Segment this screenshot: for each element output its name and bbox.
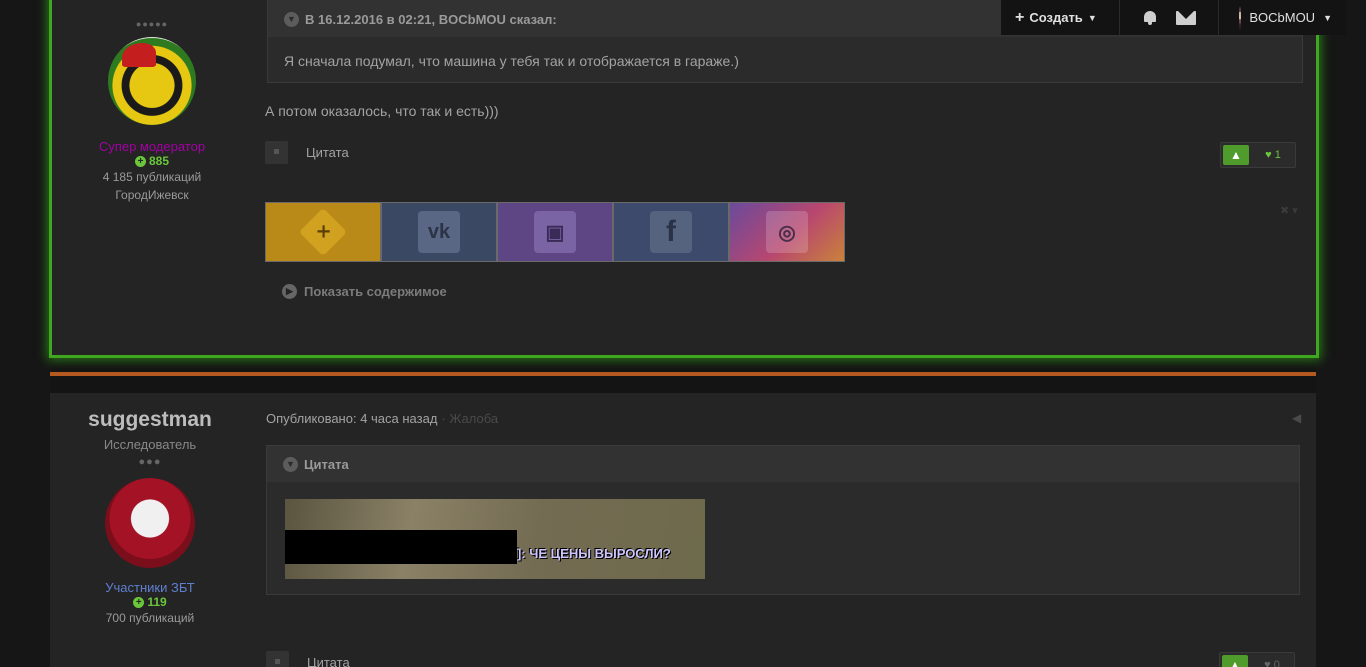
upvote-button[interactable]: ▲ (1223, 145, 1249, 165)
quote-button[interactable]: Цитата (307, 655, 350, 667)
show-content-label: Показать содержимое (304, 284, 447, 299)
crossed-weapons-icon: ✕ (298, 207, 348, 257)
upvote-button[interactable]: ▲ (1222, 655, 1248, 667)
notification-group (1119, 0, 1218, 35)
plus-icon: + (133, 597, 145, 609)
chevron-down-icon: ▼ (284, 11, 299, 27)
left-gutter (0, 0, 50, 667)
twitch-icon: ▣ (534, 211, 576, 253)
signature-badges: ✕ vk ▣ f ◎ (265, 202, 845, 262)
caret-down-icon: ▼ (1087, 12, 1097, 23)
reputation-value: 119 (147, 595, 167, 609)
facebook-icon: f (650, 211, 692, 253)
user-avatar (1239, 5, 1242, 30)
post-count: 4 185 публикаций (102, 170, 202, 184)
author-name[interactable]: suggestman (50, 408, 250, 432)
multiquote-button[interactable] (266, 651, 289, 667)
badge-facebook[interactable]: f (613, 202, 729, 262)
reputation: +119 (50, 595, 250, 609)
chevron-right-icon: ▶ (282, 284, 297, 299)
post-separator (50, 372, 1316, 376)
right-gutter (1316, 0, 1366, 667)
post-author-panel: ●●●●● Супер модератор +885 4 185 публика… (52, 0, 252, 204)
post: suggestman Исследователь ●●● Участники З… (50, 393, 1316, 667)
heart-icon: ♥ (1265, 149, 1272, 161)
like-count[interactable]: ♥ 0 (1250, 653, 1294, 667)
quote-button[interactable]: Цитата (306, 145, 349, 160)
image-caption: ]: ЧЕ ЦЕНЫ ВЫРОСЛИ? (517, 546, 671, 561)
quote-action[interactable]: Цитата (265, 141, 349, 164)
vk-icon: vk (418, 211, 460, 253)
user-city: ГородИжевск (115, 188, 189, 202)
quote-citation: В 16.12.2016 в 02:21, BOCbMOU сказал: (305, 11, 557, 27)
like-count-value: 0 (1273, 659, 1280, 667)
create-button[interactable]: + Создать ▼ (1001, 0, 1119, 35)
plus-icon: + (134, 156, 146, 168)
badge-twitch[interactable]: ▣ (497, 202, 613, 262)
badge-game[interactable]: ✕ (265, 202, 381, 262)
reaction-bar: ▲ ♥ 1 (1220, 142, 1296, 168)
post-body: А потом оказалось, что так и есть))) (265, 103, 499, 119)
rank-dots: ●●●●● (135, 19, 169, 29)
share-icon[interactable]: ◀ (1292, 411, 1301, 425)
blockquote: ▼ Цитата ]: ЧЕ ЦЕНЫ ВЫРОСЛИ? (266, 445, 1300, 595)
post-author-panel: suggestman Исследователь ●●● Участники З… (50, 393, 250, 627)
quote-text: Я сначала подумал, что машина у тебя так… (284, 53, 739, 69)
create-label: Создать (1029, 10, 1083, 25)
chevron-down-icon: ▼ (283, 456, 298, 472)
post-meta: Опубликовано: 4 часа назад · Жалоба (266, 411, 498, 426)
author-rank: Исследователь (103, 437, 197, 452)
published-time[interactable]: Опубликовано: 4 часа назад (266, 411, 437, 426)
quote-action[interactable]: Цитата (266, 651, 350, 667)
bell-icon[interactable] (1142, 10, 1158, 26)
instagram-icon: ◎ (766, 211, 808, 253)
post-highlighted: ●●●●● Супер модератор +885 4 185 публика… (49, 0, 1319, 358)
redacted-area (285, 530, 517, 564)
quoted-image[interactable]: ]: ЧЕ ЦЕНЫ ВЫРОСЛИ? (285, 499, 705, 579)
signature-toggle-icon[interactable]: ✖ ▾ (1280, 204, 1298, 217)
badge-vk[interactable]: vk (381, 202, 497, 262)
badge-instagram[interactable]: ◎ (729, 202, 845, 262)
user-role: Супер модератор (98, 139, 206, 154)
rank-dots: ●●● (138, 456, 162, 468)
heart-icon: ♥ (1264, 659, 1271, 667)
quote-header[interactable]: ▼ Цитата (267, 446, 1299, 482)
show-content-button[interactable]: ▶ Показать содержимое (282, 284, 447, 299)
user-bar: + Создать ▼ BOCbMOU ▼ (1001, 0, 1346, 35)
envelope-icon[interactable] (1176, 10, 1196, 25)
multiquote-button[interactable] (265, 141, 288, 164)
avatar[interactable] (105, 478, 195, 568)
user-menu[interactable]: BOCbMOU ▼ (1218, 0, 1346, 35)
post-count: 700 публикаций (105, 611, 195, 625)
plus-icon: + (1015, 8, 1025, 26)
caret-down-icon: ▼ (1323, 12, 1332, 23)
like-count-value: 1 (1274, 149, 1281, 161)
reaction-bar: ▲ ♥ 0 (1219, 652, 1295, 667)
like-count[interactable]: ♥ 1 (1251, 143, 1295, 167)
avatar[interactable] (108, 37, 196, 125)
quote-citation: Цитата (304, 456, 349, 472)
reputation: +885 (52, 154, 252, 168)
report-link[interactable]: · Жалоба (441, 411, 498, 426)
username: BOCbMOU (1249, 10, 1316, 25)
reputation-value: 885 (148, 154, 170, 168)
user-role: Участники ЗБТ (105, 580, 195, 595)
